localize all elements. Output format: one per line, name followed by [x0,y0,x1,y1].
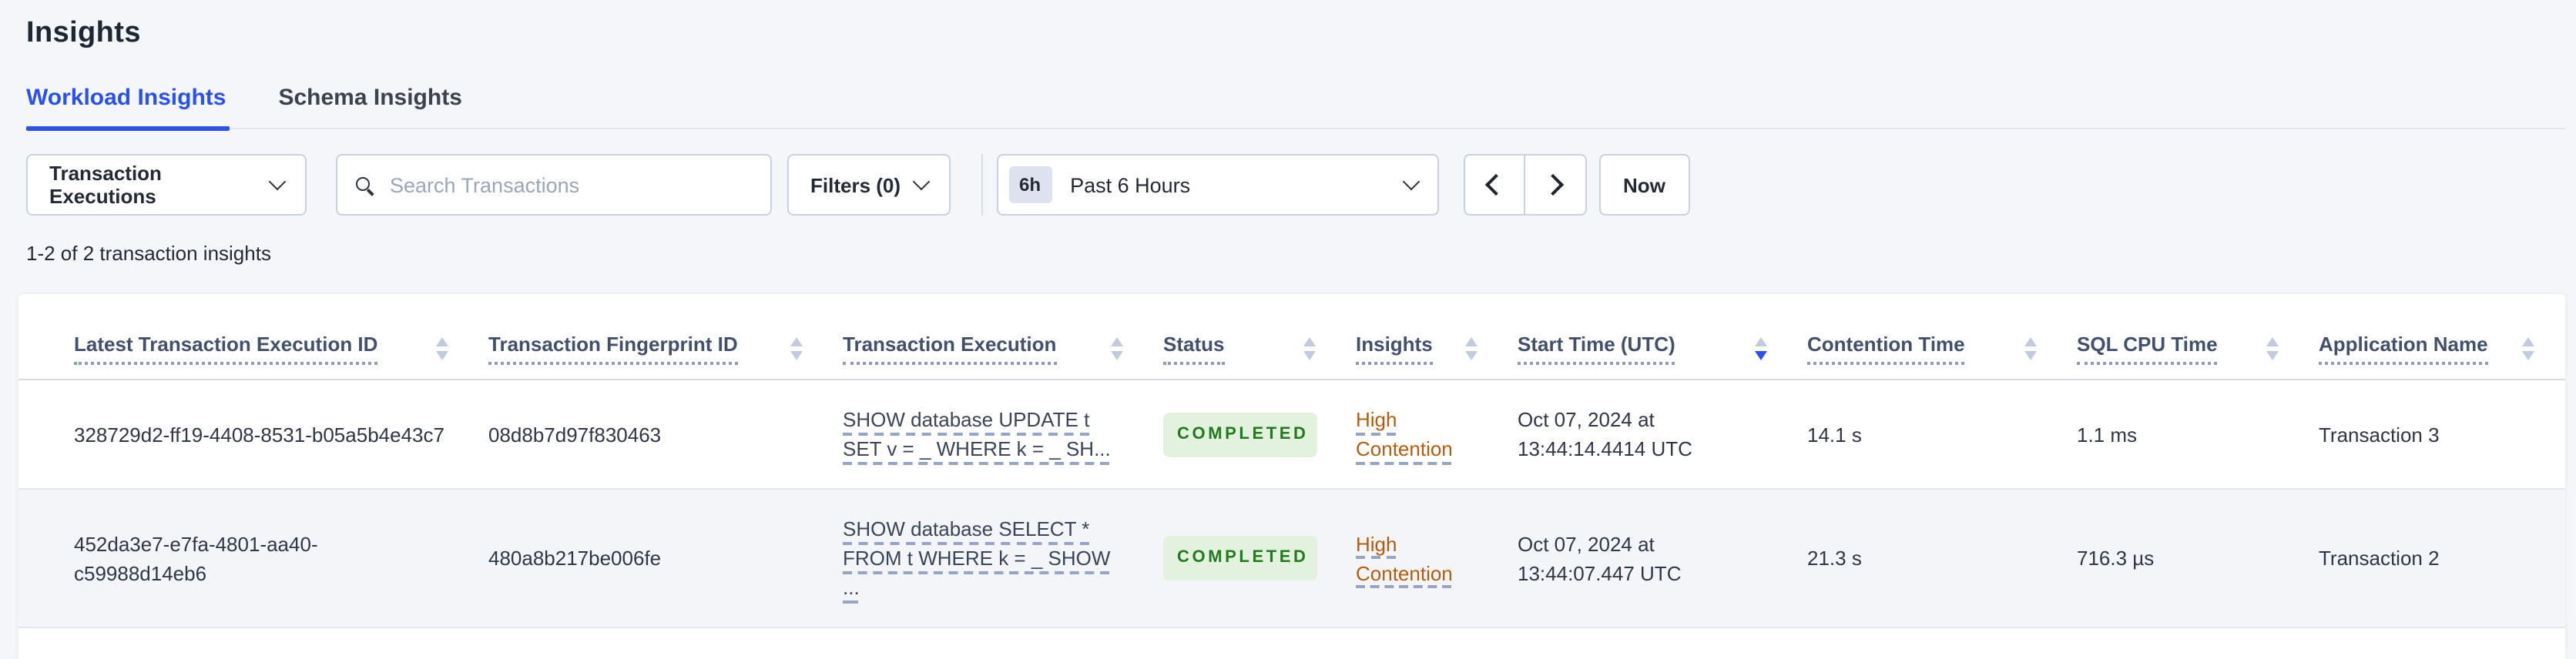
cell-fingerprint-id: 08d8b7d97f830463 [488,423,662,446]
cell-execution-id: 452da3e7-e7fa-4801-aa40-c59988d14eb6 [74,532,318,584]
execution-type-dropdown-label: Transaction Executions [49,162,162,208]
chevron-down-icon [268,172,287,191]
tab-workload-insights[interactable]: Workload Insights [26,85,229,131]
table-row: 452da3e7-e7fa-4801-aa40-c59988d14eb6 480… [18,490,2565,628]
status-badge: COMPLETED [1163,536,1318,580]
cell-transaction-execution: SHOW database UPDATE t SET v = _ WHERE k… [843,380,1163,488]
transaction-query-link[interactable]: SHOW database SELECT * FROM t WHERE k = … [843,517,1110,599]
cell-sql-cpu-time: 716.3 µs [2077,547,2155,570]
time-range-badge: 6h [1008,166,1052,203]
time-range-picker[interactable]: 6h Past 6 Hours [996,154,1439,216]
now-button-label: Now [1623,173,1665,196]
sort-icon[interactable] [2266,337,2279,360]
controls-row: Transaction Executions Filters (0) 6h Pa… [26,154,2550,216]
now-button[interactable]: Now [1598,154,1690,216]
search-icon [356,177,371,192]
status-badge: COMPLETED [1163,412,1318,457]
cell-execution-id: 328729d2-ff19-4408-8531-b05a5b4e43c7 [74,423,444,446]
high-contention-link[interactable]: High Contention [1356,408,1453,460]
sort-icon[interactable] [1111,337,1123,360]
insights-table-card: Latest Transaction Execution ID Transact… [18,294,2565,659]
chevron-down-icon [1401,172,1420,191]
column-header-label[interactable]: Application Name [2319,333,2488,365]
tab-bar: Workload Insights Schema Insights [26,85,2565,131]
sort-icon[interactable] [790,337,803,360]
sort-icon[interactable] [2522,337,2534,360]
cell-application-name: Transaction 2 [2319,547,2440,570]
time-next-button[interactable] [1524,154,1587,216]
column-header-status: Status [1163,333,1356,379]
column-header-label[interactable]: Transaction Execution [843,333,1057,365]
cell-status: COMPLETED [1163,511,1356,605]
column-header-label[interactable]: Transaction Fingerprint ID [488,333,738,365]
column-header-insights: Insights [1356,333,1518,379]
column-header-label[interactable]: Contention Time [1807,333,1965,365]
cell-insights: High Contention [1356,380,1518,488]
column-header-application-name: Application Name [2319,333,2544,379]
column-header-label[interactable]: Latest Transaction Execution ID [74,333,378,365]
cell-transaction-execution: SHOW database SELECT * FROM t WHERE k = … [843,490,1163,627]
column-header-start-time: Start Time (UTC) [1518,333,1807,379]
column-header-label[interactable]: SQL CPU Time [2077,333,2218,365]
column-header-transaction-fingerprint-id: Transaction Fingerprint ID [488,333,843,379]
time-nav-group [1463,154,1587,216]
sort-icon[interactable] [1303,337,1316,360]
results-summary: 1-2 of 2 transaction insights [26,242,271,265]
controls-divider [981,154,983,216]
sort-icon[interactable] [436,337,448,360]
execution-type-dropdown[interactable]: Transaction Executions [26,154,307,216]
sort-icon-active-desc[interactable] [1755,337,1767,360]
column-header-latest-transaction-execution-id: Latest Transaction Execution ID [74,333,488,379]
table-header-row: Latest Transaction Execution ID Transact… [18,294,2565,380]
column-header-label[interactable]: Insights [1356,333,1433,365]
time-prev-button[interactable] [1463,154,1525,216]
chevron-left-icon [1484,173,1508,196]
cell-start-time: Oct 07, 2024 at 13:44:14.4414 UTC [1518,408,1692,460]
sort-icon[interactable] [2024,337,2037,360]
filters-button[interactable]: Filters (0) [787,154,951,216]
cell-insights: High Contention [1356,504,1518,612]
page-title: Insights [26,17,141,49]
table-row: 328729d2-ff19-4408-8531-b05a5b4e43c7 08d… [18,380,2565,490]
time-range-label: Past 6 Hours [1070,173,1191,196]
column-header-label[interactable]: Start Time (UTC) [1518,333,1675,365]
cell-start-time: Oct 07, 2024 at 13:44:07.447 UTC [1518,532,1682,584]
column-header-contention-time: Contention Time [1807,333,2077,379]
column-header-sql-cpu-time: SQL CPU Time [2077,333,2319,379]
cell-status: COMPLETED [1163,387,1356,481]
cell-sql-cpu-time: 1.1 ms [2077,423,2138,446]
cell-fingerprint-id: 480a8b217be006fe [488,547,662,570]
sort-icon[interactable] [1465,337,1478,360]
high-contention-link[interactable]: High Contention [1356,532,1453,584]
cell-contention-time: 14.1 s [1807,423,1862,446]
cell-contention-time: 21.3 s [1807,547,1862,570]
insights-page: Insights Workload Insights Schema Insigh… [0,0,2576,659]
cell-application-name: Transaction 3 [2319,423,2440,446]
chevron-down-icon [911,172,930,191]
chevron-right-icon [1541,173,1564,196]
column-header-label[interactable]: Status [1163,333,1225,365]
transaction-query-link[interactable]: SHOW database UPDATE t SET v = _ WHERE k… [843,408,1111,460]
filters-button-label: Filters (0) [810,173,901,196]
tab-schema-insights[interactable]: Schema Insights [278,85,465,128]
search-box[interactable] [336,154,772,216]
search-input[interactable] [387,172,752,198]
column-header-transaction-execution: Transaction Execution [843,333,1163,379]
